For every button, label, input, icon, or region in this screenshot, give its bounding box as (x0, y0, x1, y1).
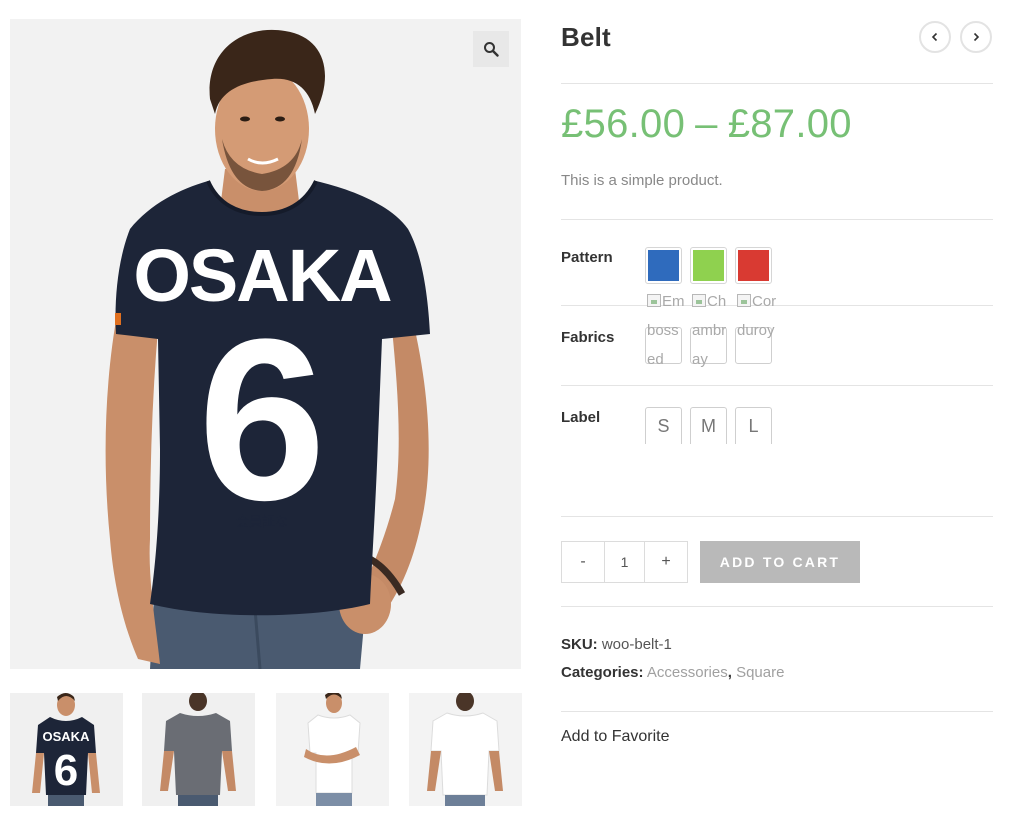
product-categories: Categories: Accessories, Square (561, 664, 784, 681)
shirt-print-number: 6 (198, 291, 326, 548)
product-title: Belt (561, 22, 611, 52)
price-min: £56.00 (561, 102, 686, 146)
thumb-front-white (276, 693, 389, 806)
thumbnail-4[interactable] (409, 693, 522, 806)
chevron-right-icon (973, 32, 980, 42)
pattern-swatch-green[interactable] (690, 247, 727, 284)
prev-product-button[interactable] (919, 21, 951, 53)
quantity-minus-button[interactable]: - (562, 542, 604, 582)
divider (561, 711, 993, 712)
divider (561, 606, 993, 607)
fabric-image-alt-corduroy: Corduroy (737, 287, 777, 345)
add-to-favorite-link[interactable]: Add to Favorite (561, 728, 670, 746)
attribute-label-size: Label (561, 409, 601, 426)
size-swatch-l[interactable]: L (735, 407, 772, 444)
divider (561, 516, 993, 517)
swatch-color-fill (738, 250, 769, 281)
next-product-button[interactable] (960, 21, 992, 53)
broken-image-icon (692, 294, 706, 307)
product-main-image[interactable]: OSAKA 6 会員証な (10, 19, 521, 669)
broken-image-icon (737, 294, 751, 307)
pattern-swatch-red[interactable] (735, 247, 772, 284)
chevron-left-icon (931, 32, 938, 42)
shirt-print-kanji: 会員証な (236, 515, 288, 530)
fabric-image-alt-chambray: Chambray (692, 287, 732, 374)
svg-text:OSAKA: OSAKA (43, 729, 91, 744)
pattern-swatch-blue[interactable] (645, 247, 682, 284)
divider (561, 385, 993, 386)
category-link-square[interactable]: Square (736, 664, 784, 681)
size-swatch-s[interactable]: S (645, 407, 682, 444)
product-sku: SKU: woo-belt-1 (561, 636, 672, 653)
swatch-color-fill (648, 250, 679, 281)
zoom-button[interactable] (473, 31, 509, 67)
thumb-back-white (409, 693, 522, 806)
category-link-accessories[interactable]: Accessories (647, 664, 728, 681)
price-max: £87.00 (727, 102, 852, 146)
swatch-color-fill (693, 250, 724, 281)
svg-text:6: 6 (54, 746, 78, 795)
tshirt-model-photo: OSAKA 6 会員証な (10, 19, 521, 669)
divider (561, 219, 993, 220)
attribute-label-pattern: Pattern (561, 249, 613, 266)
quantity-input[interactable]: 1 (604, 542, 645, 582)
categories-label: Categories: (561, 664, 644, 681)
fabric-image-alt-embossed: Embossed (647, 287, 687, 374)
size-swatch-m[interactable]: M (690, 407, 727, 444)
attribute-label-fabrics: Fabrics (561, 329, 615, 346)
thumb-front-navy: OSAKA 6 (10, 693, 123, 806)
product-short-description: This is a simple product. (561, 172, 723, 189)
product-price: £56.00– £87.00 (561, 102, 852, 147)
add-to-cart-button[interactable]: ADD TO CART (700, 541, 860, 583)
search-icon (484, 42, 499, 57)
divider (561, 83, 993, 84)
quantity-stepper: - 1 + (561, 541, 688, 583)
sku-label: SKU: (561, 636, 598, 653)
category-separator: , (727, 664, 732, 681)
divider (561, 305, 993, 306)
thumbnail-2[interactable] (142, 693, 255, 806)
price-separator: – (695, 102, 718, 146)
thumbnail-1[interactable]: OSAKA 6 (10, 693, 123, 806)
broken-image-icon (647, 294, 661, 307)
quantity-plus-button[interactable]: + (645, 542, 687, 582)
sku-value: woo-belt-1 (601, 636, 672, 653)
thumb-back-grey (142, 693, 255, 806)
thumbnail-3[interactable] (276, 693, 389, 806)
